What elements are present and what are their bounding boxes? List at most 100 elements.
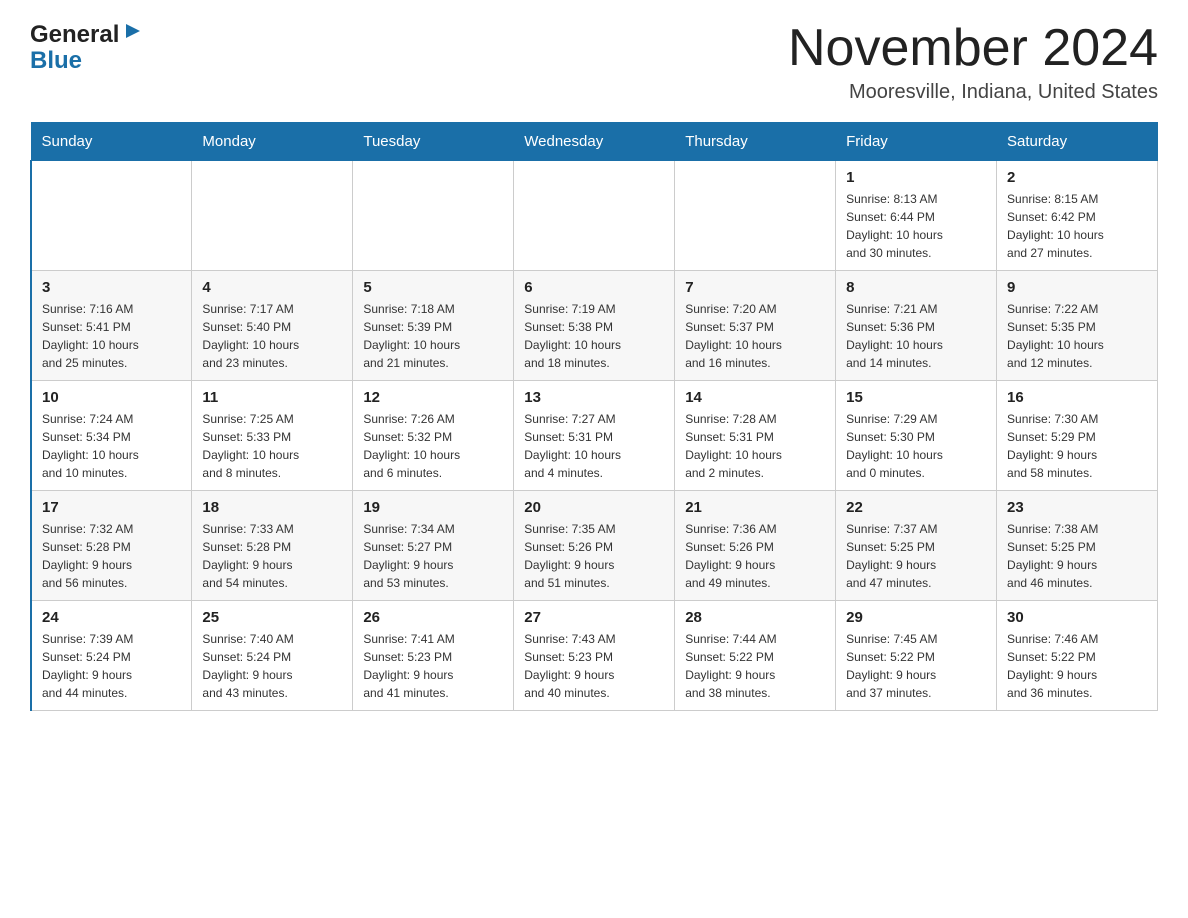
calendar-cell: 20 Sunrise: 7:35 AM Sunset: 5:26 PM Dayli… [514,491,675,601]
day-info: Sunrise: 8:15 AM Sunset: 6:42 PM Dayligh… [1007,190,1147,262]
weekday-header-wednesday: Wednesday [514,123,675,161]
calendar-cell: 7 Sunrise: 7:20 AM Sunset: 5:37 PM Daylig… [675,271,836,381]
day-info: Sunrise: 7:45 AM Sunset: 5:22 PM Dayligh… [846,630,986,702]
day-number: 8 [846,279,986,296]
weekday-header-row: SundayMondayTuesdayWednesdayThursdayFrid… [31,123,1158,161]
calendar-cell: 29 Sunrise: 7:45 AM Sunset: 5:22 PM Dayli… [836,601,997,711]
day-number: 5 [363,279,503,296]
calendar-cell: 13Sunrise: 7:27 AM Sunset: 5:31 PM Dayli… [514,381,675,491]
day-number: 15 [846,389,986,406]
logo: General Blue [30,20,144,75]
calendar-cell: 18Sunrise: 7:33 AM Sunset: 5:28 PM Dayli… [192,491,353,601]
day-info: Sunrise: 7:26 AM Sunset: 5:32 PM Dayligh… [363,410,503,482]
logo-line1: General [30,20,144,49]
calendar-cell: 1 Sunrise: 8:13 AM Sunset: 6:44 PM Daylig… [836,161,997,271]
day-number: 3 [42,279,181,296]
day-number: 9 [1007,279,1147,296]
calendar-week-5: 24 Sunrise: 7:39 AM Sunset: 5:24 PM Dayli… [31,601,1158,711]
calendar-week-3: 10 Sunrise: 7:24 AM Sunset: 5:34 PM Dayli… [31,381,1158,491]
day-number: 1 [846,169,986,186]
day-info: Sunrise: 7:39 AM Sunset: 5:24 PM Dayligh… [42,630,181,702]
calendar-week-4: 17Sunrise: 7:32 AM Sunset: 5:28 PM Dayli… [31,491,1158,601]
day-info: Sunrise: 7:18 AM Sunset: 5:39 PM Dayligh… [363,300,503,372]
day-number: 2 [1007,169,1147,186]
header: General Blue November 2024 Mooresville, … [30,20,1158,104]
day-number: 23 [1007,499,1147,516]
day-number: 6 [524,279,664,296]
location-title: Mooresville, Indiana, United States [788,81,1158,104]
day-info: Sunrise: 7:20 AM Sunset: 5:37 PM Dayligh… [685,300,825,372]
day-info: Sunrise: 7:37 AM Sunset: 5:25 PM Dayligh… [846,520,986,592]
weekday-header-tuesday: Tuesday [353,123,514,161]
day-info: Sunrise: 7:24 AM Sunset: 5:34 PM Dayligh… [42,410,181,482]
calendar-cell: 8 Sunrise: 7:21 AM Sunset: 5:36 PM Daylig… [836,271,997,381]
day-number: 27 [524,609,664,626]
day-info: Sunrise: 7:21 AM Sunset: 5:36 PM Dayligh… [846,300,986,372]
day-info: Sunrise: 7:25 AM Sunset: 5:33 PM Dayligh… [202,410,342,482]
calendar-cell: 28 Sunrise: 7:44 AM Sunset: 5:22 PM Dayli… [675,601,836,711]
calendar-header: SundayMondayTuesdayWednesdayThursdayFrid… [31,123,1158,161]
calendar-table: SundayMondayTuesdayWednesdayThursdayFrid… [30,122,1158,711]
day-info: Sunrise: 7:32 AM Sunset: 5:28 PM Dayligh… [42,520,181,592]
day-number: 28 [685,609,825,626]
day-number: 30 [1007,609,1147,626]
calendar-cell: 17Sunrise: 7:32 AM Sunset: 5:28 PM Dayli… [31,491,192,601]
day-info: Sunrise: 7:35 AM Sunset: 5:26 PM Dayligh… [524,520,664,592]
day-number: 29 [846,609,986,626]
day-number: 19 [363,499,503,516]
calendar-cell: 14 Sunrise: 7:28 AM Sunset: 5:31 PM Dayli… [675,381,836,491]
day-info: Sunrise: 7:29 AM Sunset: 5:30 PM Dayligh… [846,410,986,482]
day-info: Sunrise: 7:38 AM Sunset: 5:25 PM Dayligh… [1007,520,1147,592]
calendar-cell: 11 Sunrise: 7:25 AM Sunset: 5:33 PM Dayli… [192,381,353,491]
day-number: 10 [42,389,181,406]
calendar-cell: 23 Sunrise: 7:38 AM Sunset: 5:25 PM Dayli… [997,491,1158,601]
calendar-cell: 21Sunrise: 7:36 AM Sunset: 5:26 PM Dayli… [675,491,836,601]
day-number: 24 [42,609,181,626]
calendar-cell: 26 Sunrise: 7:41 AM Sunset: 5:23 PM Dayli… [353,601,514,711]
day-info: Sunrise: 7:17 AM Sunset: 5:40 PM Dayligh… [202,300,342,372]
calendar-cell: 2 Sunrise: 8:15 AM Sunset: 6:42 PM Daylig… [997,161,1158,271]
day-number: 18 [202,499,342,516]
calendar-cell [192,161,353,271]
calendar-cell: 6 Sunrise: 7:19 AM Sunset: 5:38 PM Daylig… [514,271,675,381]
day-info: Sunrise: 7:34 AM Sunset: 5:27 PM Dayligh… [363,520,503,592]
day-info: Sunrise: 7:16 AM Sunset: 5:41 PM Dayligh… [42,300,181,372]
day-info: Sunrise: 7:46 AM Sunset: 5:22 PM Dayligh… [1007,630,1147,702]
calendar-cell: 19 Sunrise: 7:34 AM Sunset: 5:27 PM Dayli… [353,491,514,601]
day-info: Sunrise: 7:41 AM Sunset: 5:23 PM Dayligh… [363,630,503,702]
calendar-cell [675,161,836,271]
day-number: 16 [1007,389,1147,406]
day-info: Sunrise: 7:36 AM Sunset: 5:26 PM Dayligh… [685,520,825,592]
day-number: 7 [685,279,825,296]
day-number: 20 [524,499,664,516]
calendar-body: 1 Sunrise: 8:13 AM Sunset: 6:44 PM Daylig… [31,161,1158,711]
weekday-header-saturday: Saturday [997,123,1158,161]
day-number: 25 [202,609,342,626]
day-info: Sunrise: 7:40 AM Sunset: 5:24 PM Dayligh… [202,630,342,702]
calendar-cell [31,161,192,271]
day-info: Sunrise: 7:19 AM Sunset: 5:38 PM Dayligh… [524,300,664,372]
weekday-header-thursday: Thursday [675,123,836,161]
calendar-cell: 25 Sunrise: 7:40 AM Sunset: 5:24 PM Dayli… [192,601,353,711]
calendar-cell: 10 Sunrise: 7:24 AM Sunset: 5:34 PM Dayli… [31,381,192,491]
day-info: Sunrise: 7:44 AM Sunset: 5:22 PM Dayligh… [685,630,825,702]
day-number: 11 [202,389,342,406]
month-title: November 2024 [788,20,1158,77]
calendar-cell: 15 Sunrise: 7:29 AM Sunset: 5:30 PM Dayli… [836,381,997,491]
day-number: 22 [846,499,986,516]
day-info: Sunrise: 7:22 AM Sunset: 5:35 PM Dayligh… [1007,300,1147,372]
day-number: 4 [202,279,342,296]
logo-arrow-icon [122,20,144,42]
calendar-cell [514,161,675,271]
day-info: Sunrise: 7:43 AM Sunset: 5:23 PM Dayligh… [524,630,664,702]
calendar-cell: 27 Sunrise: 7:43 AM Sunset: 5:23 PM Dayli… [514,601,675,711]
day-number: 14 [685,389,825,406]
day-info: Sunrise: 7:28 AM Sunset: 5:31 PM Dayligh… [685,410,825,482]
day-number: 12 [363,389,503,406]
day-number: 13 [524,389,664,406]
day-info: Sunrise: 8:13 AM Sunset: 6:44 PM Dayligh… [846,190,986,262]
calendar-cell: 12 Sunrise: 7:26 AM Sunset: 5:32 PM Dayli… [353,381,514,491]
day-number: 26 [363,609,503,626]
logo-general: General [30,21,119,49]
calendar-cell: 4 Sunrise: 7:17 AM Sunset: 5:40 PM Daylig… [192,271,353,381]
